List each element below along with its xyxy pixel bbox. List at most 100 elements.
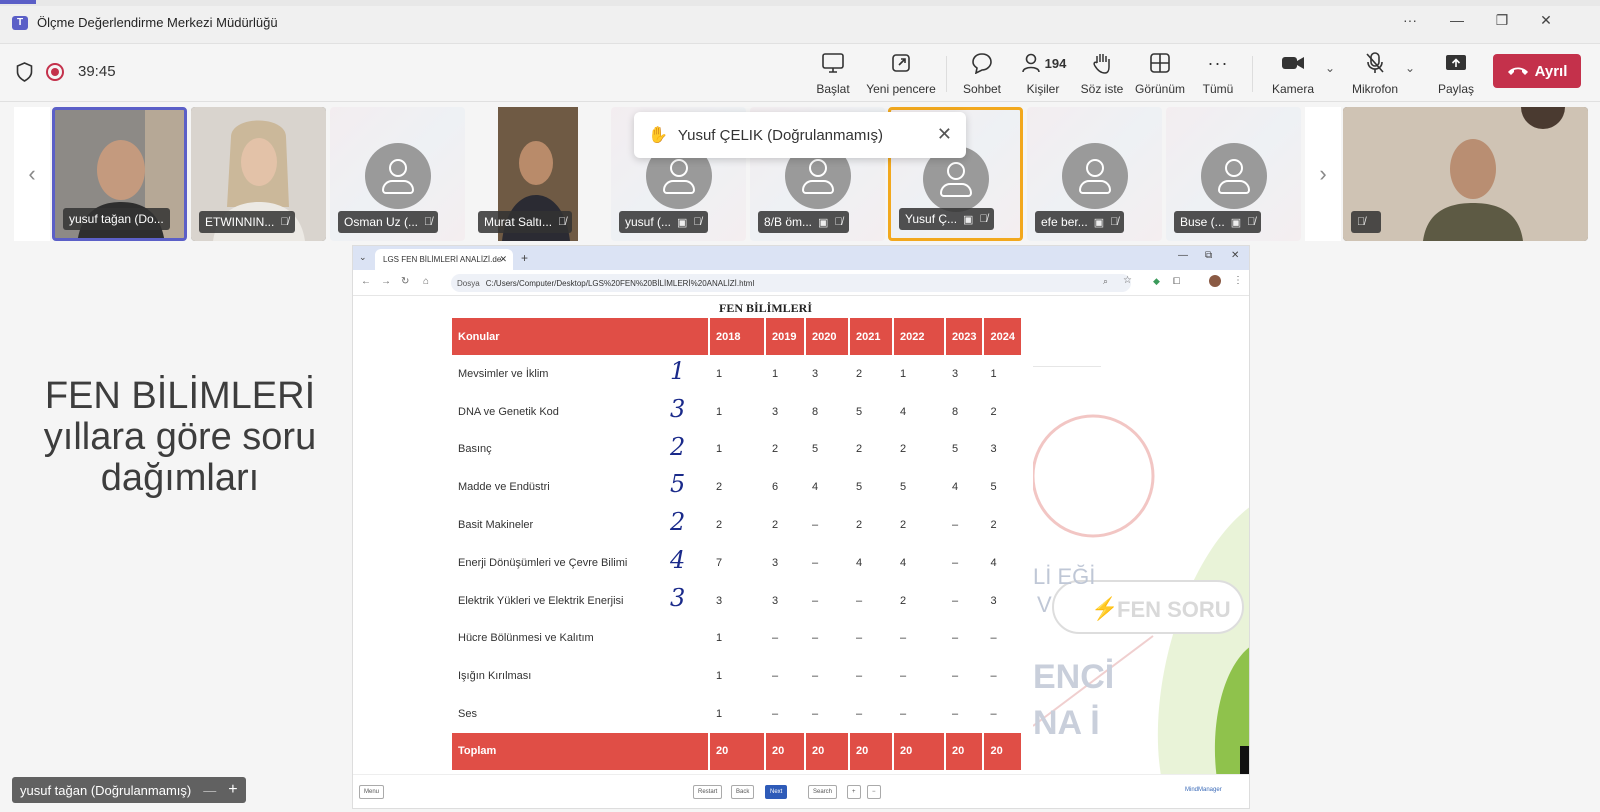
leave-button[interactable]: Ayrıl <box>1493 54 1581 88</box>
back-button[interactable]: Back <box>731 785 755 799</box>
reload-icon[interactable]: ↻ <box>401 276 409 287</box>
present-icon <box>822 53 844 73</box>
topic-cell: Işığın Kırılması <box>452 657 708 695</box>
year-value-cell: 5 <box>812 443 819 456</box>
new-tab-icon[interactable]: + <box>521 251 528 265</box>
zoom-icon[interactable]: ⌕ <box>1103 276 1108 287</box>
table-row: Basit Makineler 2 2 2 – 2 2 – 2 <box>452 506 1021 544</box>
year-value-cell: 1 <box>716 443 723 456</box>
participant-name: ETWINNIN... 🎙̸ <box>199 211 295 233</box>
total-value-cell: 20 <box>806 732 848 770</box>
year-value-cell: – <box>772 708 779 721</box>
extensions-puzzle-icon[interactable]: ⧠ <box>1173 276 1180 287</box>
mic-button[interactable]: Mikrofon <box>1350 50 1400 96</box>
participant-tile[interactable]: Murat Saltı... 🎙̸ <box>478 107 588 241</box>
participant-tile[interactable]: Osman Uz (... 🎙̸ <box>330 107 465 241</box>
year-value-cell: 7 <box>716 556 723 569</box>
topic-cell: DNA ve Genetik Kod 3 <box>452 393 708 431</box>
self-view-tile[interactable]: 🎙̸ <box>1343 107 1588 241</box>
year-value-cell: 5 <box>990 481 997 494</box>
table-row: Elektrik Yükleri ve Elektrik Enerjisi 3 3 3… <box>452 582 1021 620</box>
next-button[interactable]: Next <box>765 785 788 799</box>
participant-tile[interactable]: yusuf tağan (Do... <box>52 107 187 241</box>
participant-tile[interactable]: efe ber... ▣ 🎙̸ <box>1027 107 1162 241</box>
year-value-cell: – <box>812 519 819 532</box>
start-button[interactable]: Başlat <box>815 50 851 96</box>
handwritten-annotation: 2 <box>670 432 686 461</box>
close-tab-icon[interactable]: ✕ <box>499 254 507 265</box>
start-label: Başlat <box>816 82 850 96</box>
shrink-icon[interactable]: — <box>203 783 216 798</box>
chat-button[interactable]: Sohbet <box>962 50 1002 96</box>
camera-options-chevron-icon[interactable]: ⌄ <box>1325 61 1335 75</box>
window-top-strip <box>0 0 1600 6</box>
restore-button[interactable]: ❐ <box>1487 12 1517 29</box>
year-value-cell: – <box>952 594 959 607</box>
extension-icon[interactable]: ◆ <box>1153 276 1160 287</box>
tab-list-chevron-icon[interactable]: ⌄ <box>359 252 367 263</box>
new-window-button[interactable]: Yeni pencere <box>866 50 936 96</box>
browser-tab[interactable]: LGS FEN BİLİMLERİ ANALİZİ.de ✕ <box>375 249 513 270</box>
bg-text-fragment: Lİ EĞİ <box>1033 564 1095 589</box>
share-button[interactable]: Paylaş <box>1437 50 1475 96</box>
table-row: Basınç 2 1 2 5 2 2 5 3 <box>452 431 1021 469</box>
browser-restore-icon[interactable]: ⧉ <box>1205 250 1212 261</box>
expand-icon[interactable]: + <box>228 781 237 799</box>
restart-button[interactable]: Restart <box>693 785 723 799</box>
more-actions-label: Tümü <box>1202 82 1234 96</box>
camera-icon <box>1282 57 1304 69</box>
strip-next-arrow-icon[interactable]: › <box>1305 107 1341 241</box>
more-options-icon[interactable]: ··· <box>1395 12 1425 28</box>
total-value-cell: 20 <box>946 732 983 770</box>
caption-line: FEN BİLİMLERİ <box>44 375 316 417</box>
total-value-cell: 20 <box>984 732 1021 770</box>
camera-button[interactable]: Kamera <box>1271 50 1315 96</box>
avatar-placeholder-icon <box>1200 143 1267 209</box>
new-window-label: Yeni pencere <box>866 82 936 96</box>
year-value-cell: 1 <box>716 405 723 418</box>
view-button[interactable]: Görünüm <box>1134 50 1186 96</box>
year-value-cell: 4 <box>952 481 959 494</box>
close-toast-icon[interactable]: ✕ <box>937 124 952 145</box>
year-value-cell: – <box>952 556 959 569</box>
slide-caption: FEN BİLİMLERİ yıllara göre soru dağımlar… <box>20 376 340 499</box>
browser-close-icon[interactable]: ✕ <box>1231 250 1239 261</box>
self-mic-status: 🎙̸ <box>1351 211 1381 233</box>
year-value-cell: 1 <box>716 367 723 380</box>
bookmark-star-icon[interactable]: ☆ <box>1123 275 1132 286</box>
page-content: ⚡ FEN SORU Lİ EĞİ V ENCİ NA İ FEN BİLİML… <box>353 296 1249 808</box>
year-value-cell: 2 <box>716 481 723 494</box>
back-icon[interactable]: ← <box>361 276 371 287</box>
home-icon[interactable]: ⌂ <box>423 276 429 287</box>
forward-icon[interactable]: → <box>381 276 391 287</box>
more-actions-button[interactable]: ··· Tümü <box>1201 50 1235 97</box>
minimize-button[interactable]: — <box>1442 12 1472 28</box>
raise-hand-button[interactable]: Söz iste <box>1080 50 1124 96</box>
profile-avatar[interactable] <box>1209 275 1221 287</box>
window-title: Ölçme Değerlendirme Merkezi Müdürlüğü <box>37 15 278 30</box>
topic-cell: Madde ve Endüstri 5 <box>452 468 708 506</box>
bg-text-fragment: V <box>1037 592 1052 617</box>
menu-button[interactable]: Menu <box>359 785 385 799</box>
close-window-button[interactable]: ✕ <box>1531 12 1561 29</box>
mic-options-chevron-icon[interactable]: ⌄ <box>1405 61 1415 75</box>
bg-fen-soru-text: FEN SORU <box>1117 597 1231 622</box>
zoom-in-button[interactable]: + <box>847 785 861 799</box>
participant-tile[interactable]: Buse (... ▣ 🎙̸ <box>1166 107 1301 241</box>
browser-menu-icon[interactable]: ⋮ <box>1233 275 1243 286</box>
browser-minimize-icon[interactable]: — <box>1178 250 1188 261</box>
strip-prev-arrow-icon[interactable]: ‹ <box>14 107 50 241</box>
topic-label: DNA ve Genetik Kod <box>458 405 559 418</box>
url-field[interactable]: Dosya C:/Users/Computer/Desktop/LGS%20FEN… <box>451 274 1131 292</box>
participant-tile[interactable]: ETWINNIN... 🎙̸ <box>191 107 326 241</box>
mic-off-icon: 🎙̸ <box>1110 216 1119 228</box>
mic-off-icon: 🎙̸ <box>834 216 843 228</box>
total-value-cell: 20 <box>850 732 892 770</box>
column-header: 2022 <box>894 318 944 355</box>
shield-icon[interactable] <box>16 62 33 82</box>
toolbar-divider <box>1252 56 1253 92</box>
year-value-cell: – <box>812 708 819 721</box>
people-button[interactable]: 194 Kişiler <box>1018 50 1068 96</box>
search-button[interactable]: Search <box>808 785 838 799</box>
zoom-out-button[interactable]: − <box>867 785 881 799</box>
